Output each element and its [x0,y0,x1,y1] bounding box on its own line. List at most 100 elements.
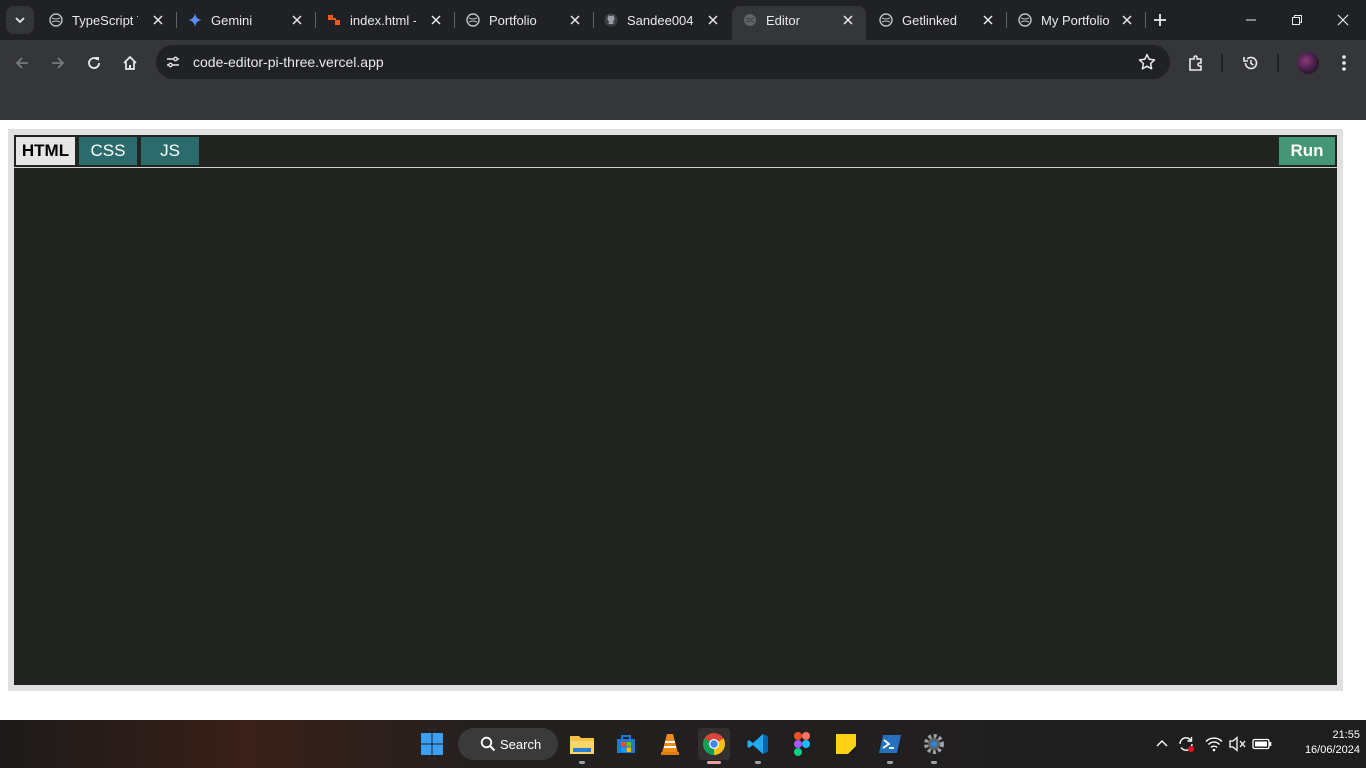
arrow-left-icon [15,57,28,69]
history-button[interactable] [1239,51,1263,75]
close-icon[interactable] [705,12,721,28]
system-clock[interactable]: 21:55 16/06/2024 [1280,728,1360,758]
close-icon[interactable] [567,12,583,28]
kebab-menu-icon [1342,55,1346,71]
tab-html[interactable]: HTML [16,137,75,165]
browser-tab-editor[interactable]: Editor [732,6,866,40]
battery-icon [1252,738,1272,750]
globe-icon [466,13,480,27]
browser-tab-my-portfolio[interactable]: My Portfolio [1007,0,1146,40]
browser-tab-github[interactable]: Sandee004/C [593,0,731,40]
window-close-button[interactable] [1331,8,1355,32]
close-icon[interactable] [428,12,444,28]
file-explorer-icon [570,736,594,754]
close-icon[interactable] [150,12,166,28]
taskbar-app-powershell[interactable] [874,728,906,764]
restore-icon [1292,15,1302,25]
show-hidden-icons-button[interactable] [1152,734,1172,754]
volume-muted-icon [1229,736,1246,752]
browser-tab-strip: TypeScript Tu Gemini index.html - Portfo… [0,0,1366,40]
running-indicator [579,761,585,764]
taskbar-app-vlc[interactable] [654,728,686,760]
browser-tab-portfolio[interactable]: Portfolio [455,0,594,40]
close-icon [1337,14,1349,26]
running-indicator [755,761,761,764]
restore-button[interactable] [1285,8,1309,32]
toolbar-divider [1277,54,1279,72]
start-button[interactable] [416,728,448,760]
close-icon[interactable] [840,12,856,28]
browser-tab-getlinked[interactable]: Getlinked [868,0,1007,40]
taskbar-app-vscode[interactable] [742,728,774,764]
taskbar-app-settings[interactable] [918,728,950,764]
tab-js[interactable]: JS [141,137,199,165]
browser-tab-index-html[interactable]: index.html - [316,0,455,40]
store-icon [617,735,635,753]
browser-tab-gemini[interactable]: Gemini [177,0,316,40]
wifi-tray-icon[interactable] [1204,734,1224,754]
taskbar-app-chrome[interactable] [698,728,730,764]
menu-button[interactable] [1332,51,1356,75]
new-tab-button[interactable] [1150,10,1170,30]
sticky-notes-icon [836,734,856,754]
history-icon [1243,56,1258,70]
tab-title: Gemini [211,13,253,28]
address-bar[interactable]: code-editor-pi-three.vercel.app [156,45,1170,79]
minimize-button[interactable] [1239,8,1263,32]
tab-title: Getlinked [902,13,957,28]
github-icon [604,13,618,27]
sync-tray-icon[interactable] [1176,734,1196,754]
tab-css[interactable]: CSS [79,137,137,165]
gemini-icon [188,13,202,27]
minimize-icon [1246,19,1256,21]
forward-button[interactable] [44,49,72,77]
windows-taskbar: Search 21:55 16/06/2024 [0,720,1366,768]
reload-icon [88,57,100,69]
toolbar-divider [1221,54,1223,72]
editor-tab-bar: HTML CSS JS Run [14,135,1337,168]
extensions-button[interactable] [1184,51,1208,75]
taskbar-app-figma[interactable] [786,728,818,760]
taskbar-app-sticky-notes[interactable] [830,728,862,760]
vlc-icon [661,734,679,755]
globe-icon [49,13,63,27]
close-icon[interactable] [980,12,996,28]
volume-tray-icon[interactable] [1228,734,1248,754]
code-icon [328,15,340,25]
url-text[interactable]: code-editor-pi-three.vercel.app [193,54,384,70]
tab-title: My Portfolio [1041,13,1110,28]
bookmark-bar [0,86,1366,120]
windows-logo-icon [421,733,443,755]
globe-icon [1018,13,1032,27]
taskbar-search[interactable]: Search [458,728,558,760]
code-textarea[interactable] [14,169,1337,685]
chevron-down-icon [15,17,25,24]
browser-toolbar: code-editor-pi-three.vercel.app [0,40,1366,86]
search-label: Search [500,737,542,752]
tab-title: TypeScript Tu [72,13,138,28]
figma-icon [794,732,810,756]
puzzle-icon [1189,55,1202,71]
browser-tab-typescript[interactable]: TypeScript Tu [38,0,177,40]
tab-search-button[interactable] [6,6,34,34]
back-button[interactable] [8,49,36,77]
taskbar-app-file-explorer[interactable] [566,728,598,764]
home-button[interactable] [116,49,144,77]
close-icon[interactable] [1119,12,1135,28]
clock-date: 16/06/2024 [1304,744,1360,756]
profile-avatar[interactable] [1297,52,1319,74]
page-viewport: HTML CSS JS Run [0,120,1366,720]
star-icon[interactable] [1138,53,1156,71]
reload-button[interactable] [80,49,108,77]
run-button[interactable]: Run [1279,137,1335,165]
taskbar-app-store[interactable] [610,728,642,760]
site-info-icon[interactable] [164,53,182,71]
sync-icon [1179,737,1194,752]
tab-title: index.html - [350,13,416,28]
wifi-icon [1205,737,1223,752]
battery-tray-icon[interactable] [1252,734,1272,754]
home-icon [123,55,137,70]
arrow-right-icon [52,57,65,69]
close-icon[interactable] [289,12,305,28]
running-indicator [887,761,893,764]
